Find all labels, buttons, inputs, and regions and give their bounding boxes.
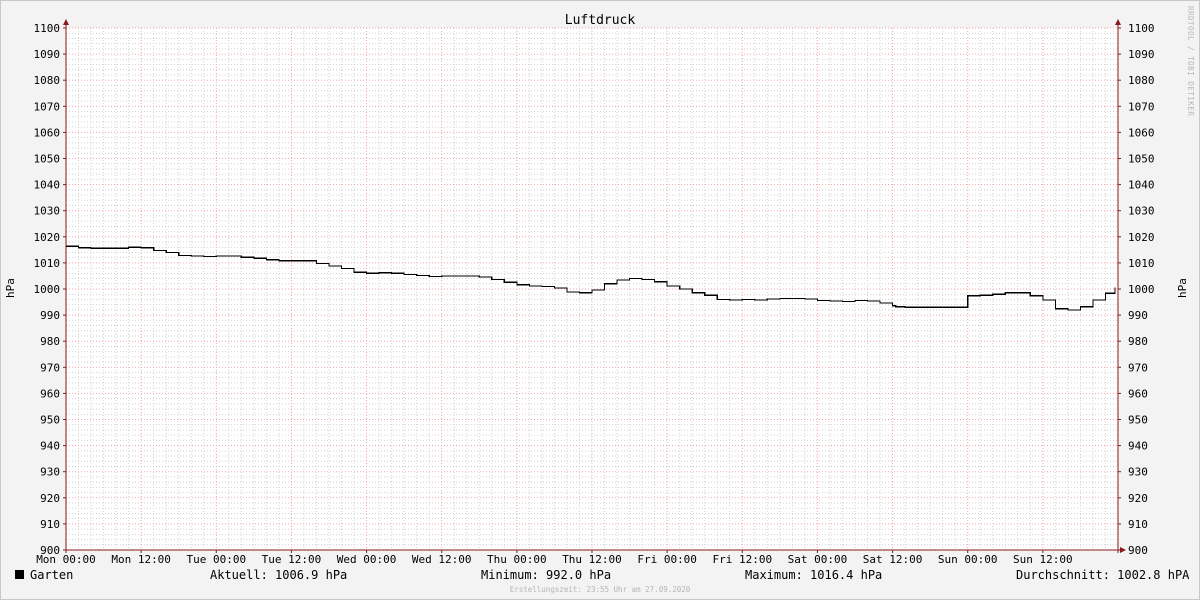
y-tick-label: 950 bbox=[1128, 414, 1148, 427]
y-tick-label: 980 bbox=[40, 335, 60, 348]
y-tick-label: 1000 bbox=[1128, 283, 1155, 296]
x-tick-label: Thu 12:00 bbox=[562, 553, 622, 566]
y-tick-label: 1090 bbox=[1128, 48, 1155, 61]
y-tick-label: 1050 bbox=[34, 153, 61, 166]
legend-row: Garten Aktuell: 1006.9 hPa Minimum: 992.… bbox=[0, 566, 1200, 584]
y-tick-label: 1020 bbox=[34, 231, 61, 244]
y-tick-label: 1070 bbox=[34, 100, 61, 113]
x-tick-label: Wed 12:00 bbox=[412, 553, 472, 566]
legend-current: Aktuell: 1006.9 hPa bbox=[210, 568, 348, 582]
x-tick-label: Tue 00:00 bbox=[186, 553, 246, 566]
x-tick-label: Sat 00:00 bbox=[788, 553, 848, 566]
y-tick-label: 1010 bbox=[34, 257, 61, 270]
y-tick-label: 1010 bbox=[1128, 257, 1155, 270]
y-tick-label: 930 bbox=[1128, 466, 1148, 479]
y-tick-label: 940 bbox=[40, 440, 60, 453]
legend-series-label: Garten bbox=[30, 568, 74, 582]
x-tick-label: Fri 12:00 bbox=[712, 553, 772, 566]
y-tick-label: 1020 bbox=[1128, 231, 1155, 244]
x-tick-label: Tue 12:00 bbox=[262, 553, 322, 566]
y-tick-label: 960 bbox=[40, 387, 60, 400]
y-tick-label: 1100 bbox=[1128, 22, 1155, 35]
y-tick-label: 1030 bbox=[1128, 205, 1155, 218]
y-tick-label: 970 bbox=[40, 361, 60, 374]
y-tick-label: 940 bbox=[1128, 440, 1148, 453]
y-tick-label: 1040 bbox=[34, 179, 61, 192]
x-tick-labels: Mon 00:00 Mon 12:00 Tue 00:00 Tue 12:00 Wed … bbox=[36, 550, 1073, 566]
y-tick-label: 1060 bbox=[34, 126, 61, 139]
y-tick-labels-left: 9009109209309409509609709809901000101010… bbox=[34, 22, 66, 557]
legend-average: Durchschnitt: 1002.8 hPA bbox=[1016, 568, 1190, 582]
y-tick-label: 920 bbox=[40, 492, 60, 505]
x-tick-label: Thu 00:00 bbox=[487, 553, 547, 566]
y-tick-label: 1000 bbox=[34, 283, 61, 296]
y-axis-label-right: hPa bbox=[1176, 278, 1189, 298]
y-tick-label: 1080 bbox=[1128, 74, 1155, 87]
y-tick-label: 1040 bbox=[1128, 179, 1155, 192]
y-tick-label: 990 bbox=[40, 309, 60, 322]
y-tick-label: 930 bbox=[40, 466, 60, 479]
x-tick-label: Sun 00:00 bbox=[938, 553, 998, 566]
x-tick-label: Mon 12:00 bbox=[111, 553, 171, 566]
y-axis-label-left: hPa bbox=[4, 278, 17, 298]
y-tick-label: 1060 bbox=[1128, 126, 1155, 139]
pressure-chart: 900 910 920 930 940 950 960 970 980 990 1000 1010 10… bbox=[4, 13, 1189, 566]
y-tick-labels-right: 900 910 920 930 940 950 960 970 980 990 1000 1010 10… bbox=[1118, 22, 1155, 557]
y-tick-label: 980 bbox=[1128, 335, 1148, 348]
y-tick-label: 1090 bbox=[34, 48, 61, 61]
y-tick-label: 1080 bbox=[34, 74, 61, 87]
watermark: RRDTOOL / TOBI OETIKER bbox=[1186, 6, 1195, 117]
y-tick-label: 900 bbox=[1128, 544, 1148, 557]
y-tick-label: 1050 bbox=[1128, 153, 1155, 166]
y-axis-arrow-right bbox=[1115, 19, 1121, 25]
y-tick-label: 1100 bbox=[34, 22, 61, 35]
y-tick-label: 970 bbox=[1128, 361, 1148, 374]
x-tick-label: Mon 00:00 bbox=[36, 553, 96, 566]
x-tick-label: Fri 00:00 bbox=[637, 553, 697, 566]
y-tick-label: 910 bbox=[40, 518, 60, 531]
y-tick-label: 1070 bbox=[1128, 100, 1155, 113]
x-tick-label: Sun 12:00 bbox=[1013, 553, 1073, 566]
y-tick-label: 910 bbox=[1128, 518, 1148, 531]
x-tick-label: Wed 00:00 bbox=[337, 553, 397, 566]
x-tick-label: Sat 12:00 bbox=[863, 553, 923, 566]
legend-maximum: Maximum: 1016.4 hPa bbox=[745, 568, 883, 582]
chart-title: Luftdruck bbox=[565, 13, 636, 28]
y-tick-label: 1030 bbox=[34, 205, 61, 218]
y-axis-arrow-left bbox=[63, 19, 69, 25]
y-tick-label: 920 bbox=[1128, 492, 1148, 505]
creation-time-footer: Erstellungszeit: 23:55 Uhr am 27.09.2020 bbox=[509, 585, 691, 594]
y-tick-label: 960 bbox=[1128, 387, 1148, 400]
y-tick-label: 990 bbox=[1128, 309, 1148, 322]
legend-minimum: Minimum: 992.0 hPa bbox=[481, 568, 612, 582]
y-tick-label: 950 bbox=[40, 414, 60, 427]
